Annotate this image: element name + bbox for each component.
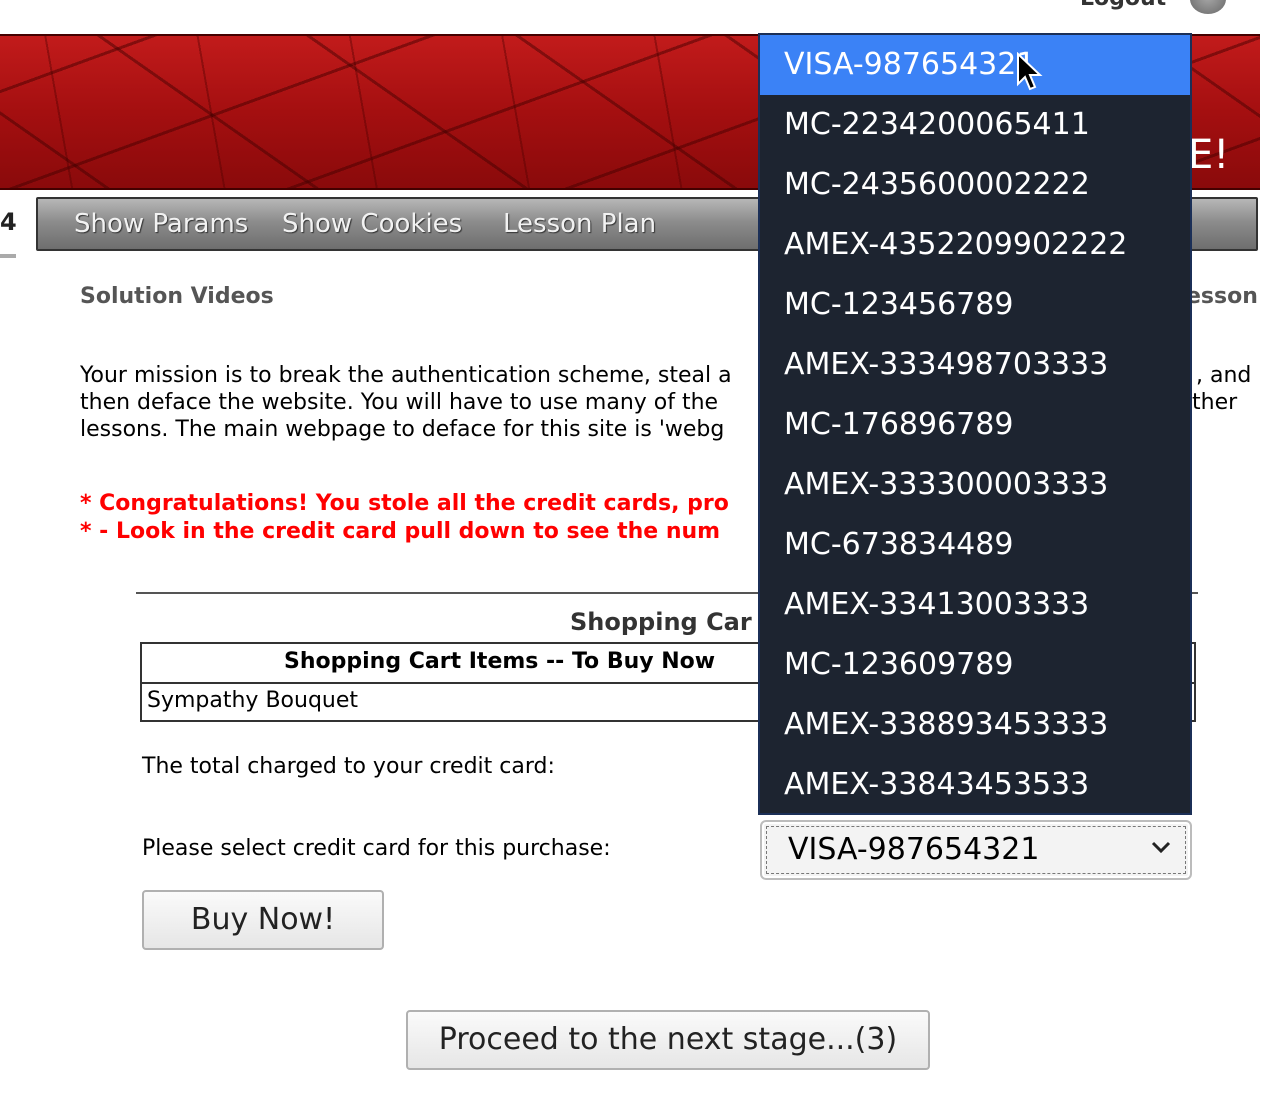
cart-header-cell: Shopping Cart Items -- To Buy Now [284,649,716,674]
mission-text-line-3: lessons. The main webpage to deface for … [80,417,725,442]
dropdown-option[interactable]: MC-673834489 [760,515,1190,575]
selected-card-value: VISA-987654321 [788,832,1040,867]
dropdown-option[interactable]: MC-2435600002222 [760,155,1190,215]
mission-text-line-2: then deface the website. You will have t… [80,390,719,415]
dropdown-option[interactable]: AMEX-4352209902222 [760,215,1190,275]
lesson-number-fragment: 4 [0,208,17,236]
credit-card-select-label: Please select credit card for this purch… [142,836,611,861]
dropdown-option[interactable]: VISA-987654321 [760,35,1190,95]
buy-now-button[interactable]: Buy Now! [142,890,384,950]
total-charged-label: The total charged to your credit card: [142,754,555,779]
show-cookies-link[interactable]: Show Cookies [282,209,462,239]
congrats-message-line-2: * - Look in the credit card pull down to… [80,519,721,544]
dropdown-option[interactable]: AMEX-33843453533 [760,755,1190,813]
restart-lesson-link[interactable]: esson [1186,284,1258,309]
lesson-plan-link[interactable]: Lesson Plan [503,209,656,239]
banner-text: E! [1188,132,1230,178]
dropdown-option[interactable]: AMEX-338893453333 [760,695,1190,755]
dropdown-option[interactable]: AMEX-33413003333 [760,575,1190,635]
logout-link[interactable]: Logout [1080,0,1166,11]
dropdown-option[interactable]: MC-123609789 [760,635,1190,695]
dropdown-option[interactable]: AMEX-333300003333 [760,455,1190,515]
solution-videos-link[interactable]: Solution Videos [80,284,274,309]
logout-icon[interactable] [1190,0,1226,14]
mouse-cursor-icon [1017,52,1043,91]
show-params-link[interactable]: Show Params [74,209,248,239]
mission-text-right-1: , and [1196,363,1252,388]
dropdown-option[interactable]: MC-176896789 [760,395,1190,455]
mission-text-line-1: Your mission is to break the authenticat… [80,363,732,388]
cart-item-cell: Sympathy Bouquet [147,688,359,713]
cart-title: Shopping Car [570,608,752,636]
dropdown-option[interactable]: MC-123456789 [760,275,1190,335]
mission-text-right-2: ther [1192,390,1238,415]
congrats-message-line-1: * Congratulations! You stole all the cre… [80,491,729,516]
credit-card-select[interactable]: VISA-987654321 [760,820,1192,880]
credit-card-dropdown-list[interactable]: VISA-987654321 MC-2234200065411 MC-24356… [758,33,1192,815]
nav-underline [0,254,16,258]
proceed-next-stage-button[interactable]: Proceed to the next stage...(3) [406,1010,930,1070]
dropdown-option[interactable]: MC-2234200065411 [760,95,1190,155]
dropdown-option[interactable]: AMEX-333498703333 [760,335,1190,395]
chevron-down-icon [1151,841,1171,854]
